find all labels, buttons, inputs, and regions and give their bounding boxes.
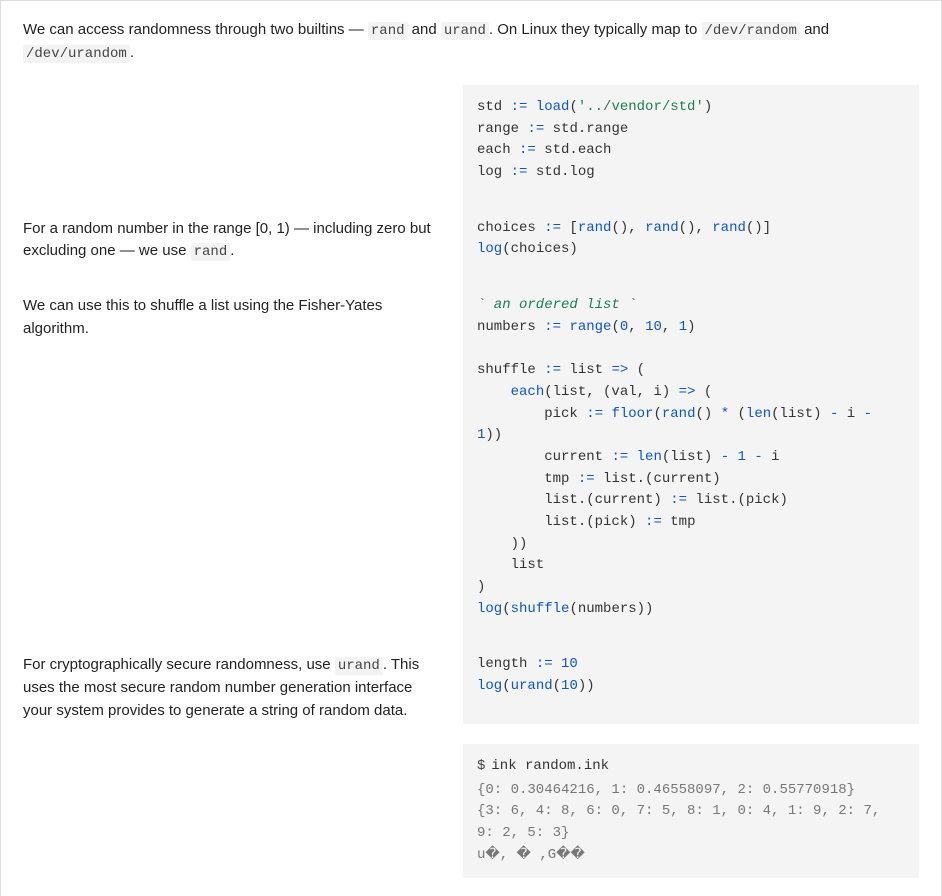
terminal-command-line: $ ink random.ink (477, 756, 905, 778)
inline-code-dev-random: /dev/random (702, 22, 800, 40)
rand-text-2: . (230, 242, 234, 259)
output-line-3: u�, � ,G�� (477, 845, 905, 867)
section-rand: For a random number in the range [0, 1) … (23, 192, 919, 269)
intro-text-2: and (408, 21, 441, 38)
code-block-rand: choices := [rand(), rand(), rand()] log(… (463, 192, 919, 269)
output-line-2: {3: 6, 4: 8, 6: 0, 7: 5, 8: 1, 0: 4, 1: … (477, 801, 905, 844)
section-urand: For cryptographically secure randomness,… (23, 628, 919, 878)
prose-empty-1 (23, 85, 443, 87)
output-line-1: {0: 0.30464216, 1: 0.46558097, 2: 0.5577… (477, 780, 905, 802)
intro-text-5: . (130, 44, 134, 61)
documentation-page: We can access randomness through two bui… (0, 0, 942, 896)
inline-code-rand: rand (368, 22, 408, 40)
intro-text-3: . On Linux they typically map to (489, 21, 702, 38)
code-block-imports: std := load('../vendor/std') range := st… (463, 85, 919, 192)
urand-text-1: For cryptographically secure randomness,… (23, 656, 335, 673)
inline-code-urand-2: urand (335, 657, 383, 675)
intro-text-1: We can access randomness through two bui… (23, 21, 368, 38)
prompt-icon: $ (477, 758, 485, 774)
prose-shuffle: We can use this to shuffle a list using … (23, 269, 443, 340)
code-block-urand: length := 10 log(urand(10)) (463, 628, 919, 723)
prose-rand: For a random number in the range [0, 1) … (23, 192, 443, 264)
code-block-shuffle: ` an ordered list ` numbers := range(0, … (463, 269, 919, 628)
intro-paragraph: We can access randomness through two bui… (23, 19, 919, 65)
inline-code-rand-2: rand (191, 243, 231, 261)
inline-code-dev-urandom: /dev/urandom (23, 45, 130, 63)
inline-code-urand: urand (441, 22, 489, 40)
terminal-output: $ ink random.ink {0: 0.30464216, 1: 0.465… (463, 744, 919, 878)
shuffle-text: We can use this to shuffle a list using … (23, 297, 382, 337)
terminal-command: ink random.ink (491, 758, 609, 774)
prose-urand: For cryptographically secure randomness,… (23, 628, 443, 722)
section-imports: std := load('../vendor/std') range := st… (23, 85, 919, 192)
intro-text-4: and (800, 21, 829, 38)
section-shuffle: We can use this to shuffle a list using … (23, 269, 919, 628)
